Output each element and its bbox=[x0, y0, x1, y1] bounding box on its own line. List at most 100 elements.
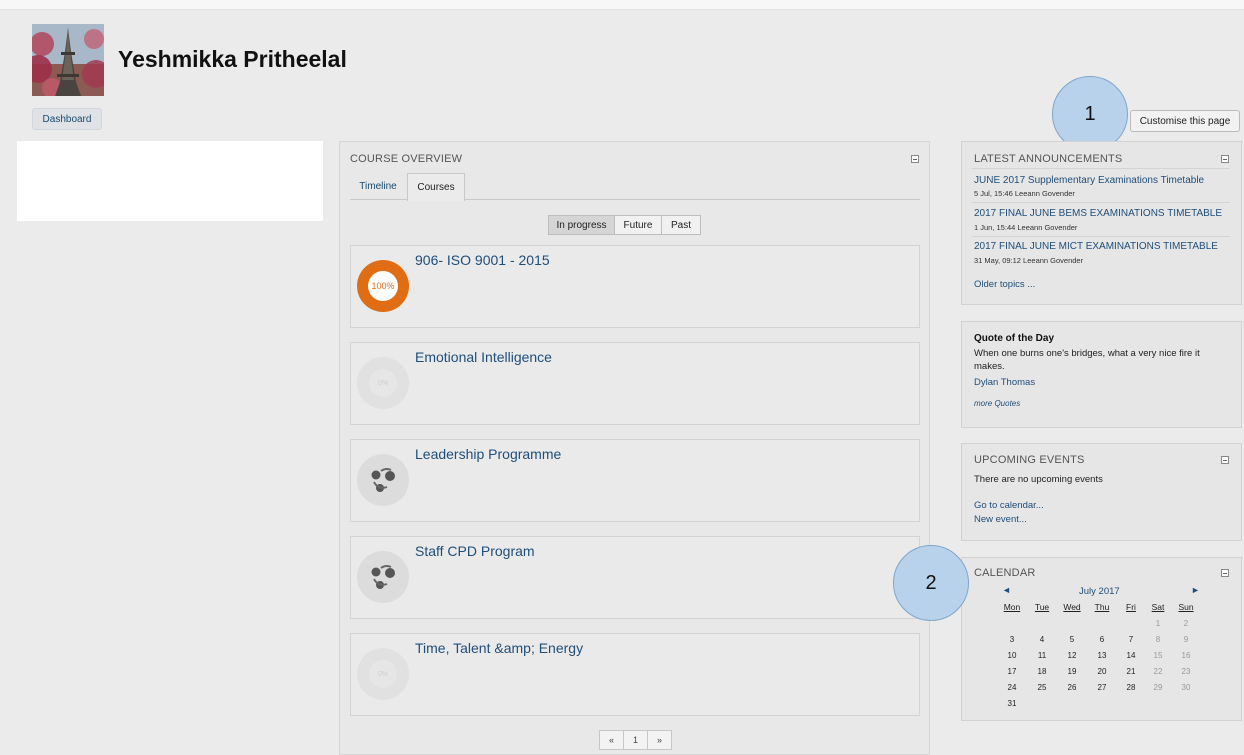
calendar-day[interactable]: 6 bbox=[1090, 635, 1114, 644]
course-icon bbox=[357, 454, 409, 506]
quote-text: When one burns one's bridges, what a ver… bbox=[974, 348, 1200, 372]
customise-page-button[interactable]: Customise this page bbox=[1130, 110, 1240, 132]
quote-block: Quote of the Day When one burns one's br… bbox=[961, 321, 1242, 428]
announcement-link[interactable]: 2017 FINAL JUNE BEMS EXAMINATIONS TIMETA… bbox=[974, 208, 1222, 219]
no-events-text: There are no upcoming events bbox=[974, 474, 1103, 485]
progress-ring: 100% bbox=[357, 260, 409, 312]
collapse-icon[interactable] bbox=[1221, 456, 1229, 464]
course-title[interactable]: Emotional Intelligence bbox=[415, 349, 552, 365]
calendar-day[interactable]: 22 bbox=[1146, 667, 1170, 676]
calendar-day[interactable]: 10 bbox=[1000, 651, 1024, 660]
calendar-day[interactable]: 16 bbox=[1174, 651, 1198, 660]
announcement-link[interactable]: JUNE 2017 Supplementary Examinations Tim… bbox=[974, 175, 1204, 186]
calendar-day[interactable]: 21 bbox=[1119, 667, 1143, 676]
calendar-day[interactable]: 14 bbox=[1119, 651, 1143, 660]
divider bbox=[972, 236, 1230, 237]
events-title: UPCOMING EVENTS bbox=[974, 454, 1085, 466]
new-event-link[interactable]: New event... bbox=[974, 514, 1027, 525]
announcement-meta: 31 May, 09:12 Leeann Govender bbox=[974, 256, 1084, 265]
calendar-day[interactable]: 5 bbox=[1060, 635, 1084, 644]
divider bbox=[972, 202, 1230, 203]
course-title[interactable]: 906- ISO 9001 - 2015 bbox=[415, 252, 550, 268]
older-topics-link[interactable]: Older topics ... bbox=[974, 279, 1035, 290]
calendar-day[interactable]: 31 bbox=[1000, 699, 1024, 708]
callout-marker-2: 2 bbox=[893, 545, 969, 621]
calendar-day[interactable]: 19 bbox=[1060, 667, 1084, 676]
course-overview-title: COURSE OVERVIEW bbox=[350, 153, 463, 165]
calendar-day[interactable]: 9 bbox=[1174, 635, 1198, 644]
calendar-day[interactable]: 29 bbox=[1146, 683, 1170, 692]
go-to-calendar-link[interactable]: Go to calendar... bbox=[974, 500, 1044, 511]
course-card[interactable]: 0% Time, Talent &amp; Energy bbox=[350, 633, 920, 716]
calendar-day[interactable]: 28 bbox=[1119, 683, 1143, 692]
weekday-header: Tue bbox=[1034, 602, 1050, 612]
calendar-day[interactable]: 12 bbox=[1060, 651, 1084, 660]
course-card[interactable]: Staff CPD Program bbox=[350, 536, 920, 619]
blank-panel bbox=[17, 141, 323, 221]
top-bar bbox=[0, 0, 1244, 10]
user-name: Yeshmikka Pritheelal bbox=[118, 46, 347, 72]
course-card[interactable]: 100% 906- ISO 9001 - 2015 bbox=[350, 245, 920, 328]
dashboard-button[interactable]: Dashboard bbox=[32, 108, 102, 130]
user-avatar[interactable] bbox=[32, 24, 104, 96]
calendar-day[interactable]: 4 bbox=[1030, 635, 1054, 644]
calendar-day[interactable]: 1 bbox=[1146, 619, 1170, 628]
calendar-day[interactable]: 3 bbox=[1000, 635, 1024, 644]
pager-next[interactable]: » bbox=[648, 731, 671, 749]
tab-timeline[interactable]: Timeline bbox=[350, 173, 406, 200]
progress-ring: 0% bbox=[357, 648, 409, 700]
prev-month-icon[interactable]: ◄ bbox=[1002, 585, 1011, 595]
course-title[interactable]: Staff CPD Program bbox=[415, 543, 535, 559]
filter-in-progress[interactable]: In progress bbox=[548, 215, 615, 235]
next-month-icon[interactable]: ► bbox=[1191, 585, 1200, 595]
more-quotes-link[interactable]: more Quotes bbox=[974, 399, 1020, 408]
weekday-header: Sat bbox=[1151, 602, 1165, 612]
course-card[interactable]: Leadership Programme bbox=[350, 439, 920, 522]
filter-past[interactable]: Past bbox=[661, 215, 701, 235]
progress-label: 0% bbox=[369, 660, 397, 688]
divider bbox=[972, 168, 1230, 169]
calendar-day[interactable]: 7 bbox=[1119, 635, 1143, 644]
tab-courses[interactable]: Courses bbox=[407, 173, 465, 201]
calendar-day[interactable]: 26 bbox=[1060, 683, 1084, 692]
calendar-day[interactable]: 25 bbox=[1030, 683, 1054, 692]
weekday-header: Fri bbox=[1126, 602, 1136, 612]
progress-label: 0% bbox=[369, 369, 397, 397]
quote-author-link[interactable]: Dylan Thomas bbox=[974, 377, 1035, 388]
calendar-day[interactable]: 24 bbox=[1000, 683, 1024, 692]
course-title[interactable]: Time, Talent &amp; Energy bbox=[415, 640, 583, 656]
calendar-day[interactable]: 27 bbox=[1090, 683, 1114, 692]
weekday-header: Sun bbox=[1178, 602, 1194, 612]
pagination: « 1 » bbox=[599, 730, 672, 750]
announcement-link[interactable]: 2017 FINAL JUNE MICT EXAMINATIONS TIMETA… bbox=[974, 241, 1218, 252]
calendar-day[interactable]: 23 bbox=[1174, 667, 1198, 676]
pager-prev[interactable]: « bbox=[600, 731, 624, 749]
course-card[interactable]: 0% Emotional Intelligence bbox=[350, 342, 920, 425]
calendar-month: July 2017 bbox=[1079, 586, 1120, 597]
latest-announcements-block: LATEST ANNOUNCEMENTS JUNE 2017 Supplemen… bbox=[961, 141, 1242, 305]
announcement-meta: 1 Jun, 15:44 Leeann Govender bbox=[974, 223, 1078, 232]
pager-page-1[interactable]: 1 bbox=[624, 731, 648, 749]
calendar-day[interactable]: 11 bbox=[1030, 651, 1054, 660]
upcoming-events-block: UPCOMING EVENTS There are no upcoming ev… bbox=[961, 443, 1242, 541]
filter-future[interactable]: Future bbox=[614, 215, 662, 235]
collapse-icon[interactable] bbox=[911, 155, 919, 163]
announcements-title: LATEST ANNOUNCEMENTS bbox=[974, 153, 1123, 165]
course-title[interactable]: Leadership Programme bbox=[415, 446, 561, 462]
calendar-day[interactable]: 13 bbox=[1090, 651, 1114, 660]
progress-label: 100% bbox=[368, 271, 398, 301]
weekday-header: Mon bbox=[1003, 602, 1021, 612]
collapse-icon[interactable] bbox=[1221, 569, 1229, 577]
announcement-meta: 5 Jul, 15:46 Leeann Govender bbox=[974, 189, 1075, 198]
calendar-day[interactable]: 15 bbox=[1146, 651, 1170, 660]
collapse-icon[interactable] bbox=[1221, 155, 1229, 163]
calendar-day[interactable]: 20 bbox=[1090, 667, 1114, 676]
calendar-day[interactable]: 18 bbox=[1030, 667, 1054, 676]
calendar-title: CALENDAR bbox=[974, 567, 1036, 579]
calendar-day[interactable]: 17 bbox=[1000, 667, 1024, 676]
calendar-day[interactable]: 30 bbox=[1174, 683, 1198, 692]
calendar-day[interactable]: 2 bbox=[1174, 619, 1198, 628]
calendar-day[interactable]: 8 bbox=[1146, 635, 1170, 644]
calendar-block: CALENDAR ◄ July 2017 ► Mon Tue Wed Thu Fri Sa… bbox=[961, 557, 1242, 721]
quote-title: Quote of the Day bbox=[974, 333, 1055, 344]
